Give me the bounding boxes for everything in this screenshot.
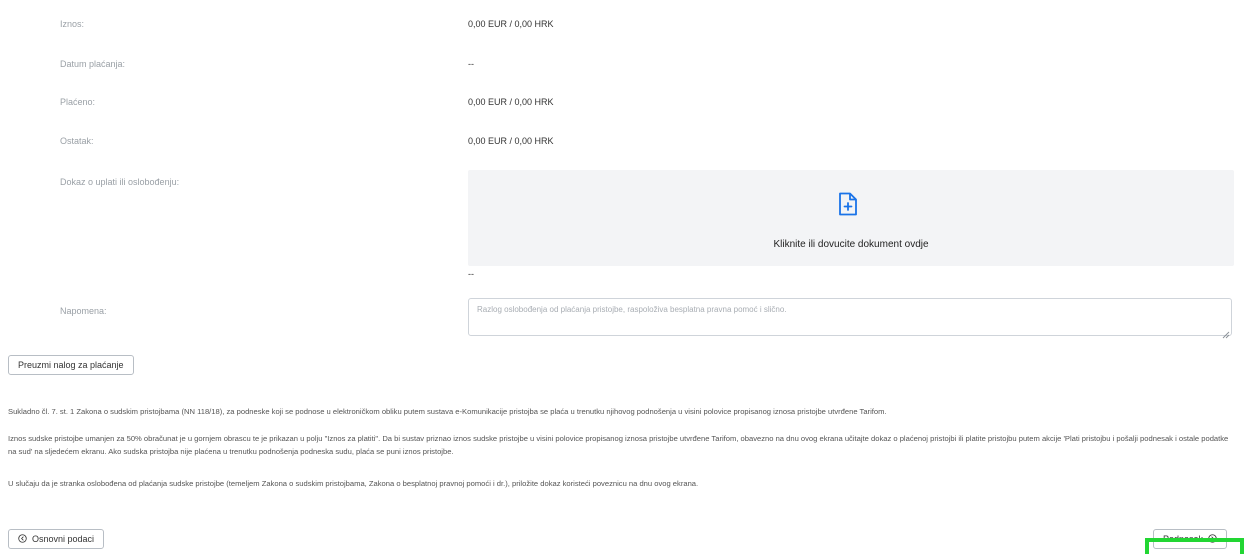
field-label-payment-date: Datum plaćanja: xyxy=(60,59,126,69)
file-plus-icon xyxy=(838,192,858,216)
next-submission-label: Podnesak xyxy=(1163,534,1204,544)
field-value-amount: 0,00 EUR / 0,00 HRK xyxy=(468,19,554,29)
field-label-proof: Dokaz o uplati ili oslobođenju: xyxy=(60,177,180,187)
info-paragraph-3: U slučaju da je stranka oslobođena od pl… xyxy=(8,479,699,488)
field-label-remaining: Ostatak: xyxy=(60,136,94,146)
arrow-right-circle-icon xyxy=(1208,533,1217,545)
field-value-paid: 0,00 EUR / 0,00 HRK xyxy=(468,97,554,107)
back-basic-data-button[interactable]: Osnovni podaci xyxy=(8,529,105,549)
payment-page: Iznos: 0,00 EUR / 0,00 HRK Datum plaćanj… xyxy=(0,0,1244,554)
dropzone-text: Kliknite ili dovucite dokument ovdje xyxy=(773,239,929,250)
field-value-remaining: 0,00 EUR / 0,00 HRK xyxy=(468,136,554,146)
back-basic-data-label: Osnovni podaci xyxy=(32,534,95,544)
proof-value: -- xyxy=(468,269,474,279)
field-label-note: Napomena: xyxy=(60,306,107,316)
field-value-payment-date: -- xyxy=(468,59,474,69)
download-payment-order-label: Preuzmi nalog za plaćanje xyxy=(18,360,124,370)
field-label-paid: Plaćeno: xyxy=(60,97,96,107)
note-textarea[interactable] xyxy=(468,298,1232,336)
info-paragraph-2: Iznos sudske pristojbe umanjen za 50% ob… xyxy=(8,434,1229,456)
resize-grip-icon[interactable] xyxy=(1222,326,1230,339)
info-paragraph-1: Sukladno čl. 7. st. 1 Zakona o sudskim p… xyxy=(8,407,887,416)
download-payment-order-button[interactable]: Preuzmi nalog za plaćanje xyxy=(8,355,134,375)
field-label-amount: Iznos: xyxy=(60,19,85,29)
next-submission-button[interactable]: Podnesak xyxy=(1153,529,1228,549)
document-dropzone[interactable]: Kliknite ili dovucite dokument ovdje xyxy=(468,170,1234,266)
arrow-left-circle-icon xyxy=(18,533,27,545)
